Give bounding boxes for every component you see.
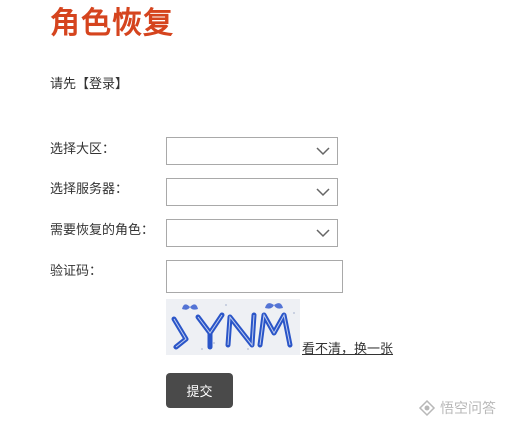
server-select[interactable] <box>166 178 338 206</box>
role-recovery-page: 角色恢复 请先【登录】 选择大区： 选择服务器： 需要恢复的角色： 验证码： 看… <box>0 0 525 426</box>
captcha-graphic <box>166 299 300 355</box>
login-prompt-text: 请先 <box>50 77 77 92</box>
role-select[interactable] <box>166 219 338 247</box>
chevron-down-icon <box>316 147 330 156</box>
page-title: 角色恢复 <box>50 6 174 41</box>
logo-icon <box>418 399 436 417</box>
submit-button[interactable]: 提交 <box>166 373 233 408</box>
captcha-label: 验证码： <box>50 264 103 279</box>
region-select[interactable] <box>166 137 338 165</box>
watermark: 悟空问答 <box>418 398 496 418</box>
login-prompt: 请先【登录】 <box>50 76 128 94</box>
watermark-text: 悟空问答 <box>440 401 496 417</box>
login-link[interactable]: 【登录】 <box>76 77 128 92</box>
captcha-input[interactable] <box>166 260 343 293</box>
role-label: 需要恢复的角色： <box>50 223 155 238</box>
chevron-down-icon <box>316 229 330 238</box>
region-label: 选择大区： <box>50 142 116 157</box>
server-label: 选择服务器： <box>50 182 129 197</box>
captcha-image[interactable] <box>166 299 300 355</box>
chevron-down-icon <box>316 188 330 197</box>
refresh-captcha-link[interactable]: 看不清，换一张 <box>302 342 393 358</box>
